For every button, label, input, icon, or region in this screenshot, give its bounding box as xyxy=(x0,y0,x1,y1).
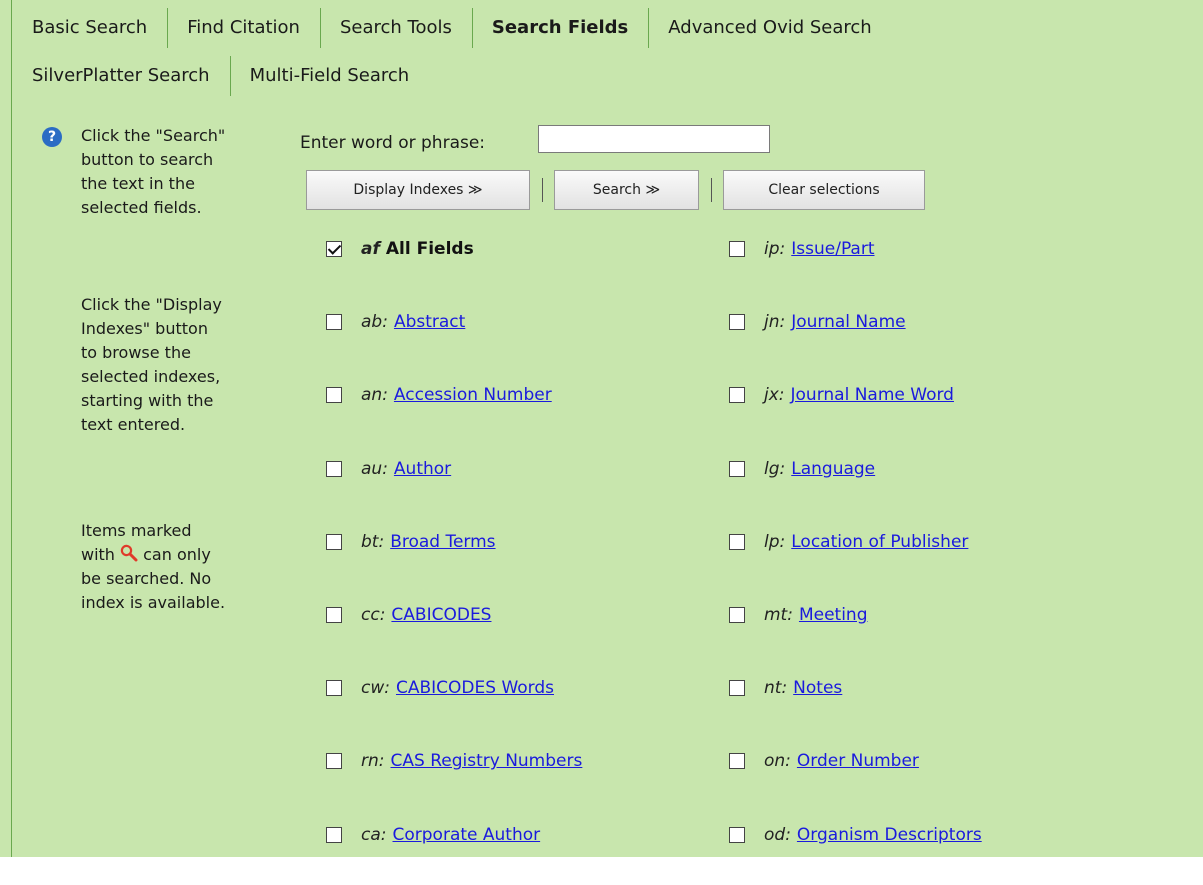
tab-find-citation[interactable]: Find Citation xyxy=(167,8,320,48)
field-row: af All Fields xyxy=(326,236,474,262)
field-name-link[interactable]: Location of Publisher xyxy=(791,532,968,552)
field-name-link[interactable]: Meeting xyxy=(799,605,868,625)
field-code: jx: xyxy=(764,385,785,406)
tab-search-fields[interactable]: Search Fields xyxy=(471,8,648,48)
field-row: jx: Journal Name Word xyxy=(729,382,954,408)
field-checkbox[interactable] xyxy=(729,460,745,477)
search-fields-panel: Basic Search Find Citation Search Tools … xyxy=(0,0,1203,857)
field-row: bt: Broad Terms xyxy=(326,529,496,555)
field-row: cc: CABICODES xyxy=(326,602,491,628)
field-name-link[interactable]: Accession Number xyxy=(394,385,552,405)
field-code: lp: xyxy=(764,531,786,552)
field-name-link[interactable]: CABICODES Words xyxy=(396,678,554,698)
question-icon[interactable]: ? xyxy=(42,127,62,147)
field-checkbox[interactable] xyxy=(729,533,745,550)
tab-row-2: SilverPlatter Search Multi-Field Search xyxy=(12,56,429,96)
field-checkbox[interactable] xyxy=(729,314,745,331)
field-row: lp: Location of Publisher xyxy=(729,529,968,555)
display-indexes-button[interactable]: Display Indexes ≫ xyxy=(306,170,530,210)
field-checkbox[interactable] xyxy=(326,607,342,623)
field-name-link[interactable]: Issue/Part xyxy=(791,239,874,259)
tab-row-1: Basic Search Find Citation Search Tools … xyxy=(12,8,892,48)
field-row: ca: Corporate Author xyxy=(326,822,540,848)
field-name: All Fields xyxy=(385,239,474,259)
field-code: ab: xyxy=(361,312,388,333)
field-name-link[interactable]: Order Number xyxy=(797,751,919,771)
field-checkbox[interactable] xyxy=(729,680,745,697)
field-checkbox[interactable] xyxy=(326,314,342,331)
field-row: an: Accession Number xyxy=(326,382,552,408)
tab-advanced-ovid-search[interactable]: Advanced Ovid Search xyxy=(648,8,891,48)
field-row: nt: Notes xyxy=(729,675,842,701)
word-phrase-input[interactable] xyxy=(538,125,770,153)
field-row: rn: CAS Registry Numbers xyxy=(326,748,582,774)
field-row: cw: CABICODES Words xyxy=(326,675,554,701)
field-name-link[interactable]: Corporate Author xyxy=(393,825,541,845)
tab-multi-field-search[interactable]: Multi-Field Search xyxy=(229,56,430,96)
field-row: mt: Meeting xyxy=(729,602,868,628)
field-name-link[interactable]: Author xyxy=(394,459,451,479)
field-code: an: xyxy=(361,385,388,406)
field-code: bt: xyxy=(361,531,385,552)
field-name-link[interactable]: Abstract xyxy=(394,312,465,332)
field-code: ca: xyxy=(361,824,387,845)
field-code: nt: xyxy=(764,678,788,699)
help-text-display-indexes: Click the "Display Indexes" button to br… xyxy=(81,295,222,434)
field-code: cc: xyxy=(361,605,386,625)
word-phrase-label: Enter word or phrase: xyxy=(300,133,486,153)
field-code: rn: xyxy=(361,751,385,772)
button-separator xyxy=(711,178,712,202)
field-row: au: Author xyxy=(326,456,451,482)
field-checkbox[interactable] xyxy=(729,387,745,404)
field-name-link[interactable]: Journal Name Word xyxy=(791,385,954,405)
field-checkbox[interactable] xyxy=(729,607,745,623)
field-code: mt: xyxy=(764,605,793,625)
field-checkbox[interactable] xyxy=(326,680,342,697)
field-row: ip: Issue/Part xyxy=(729,236,875,262)
tab-search-tools[interactable]: Search Tools xyxy=(319,8,472,48)
field-code: af xyxy=(361,239,380,259)
help-text-search-only: Items marked with can only be searched. … xyxy=(81,519,261,615)
field-code: on: xyxy=(764,751,791,772)
field-checkbox[interactable] xyxy=(729,241,745,257)
search-button[interactable]: Search ≫ xyxy=(554,170,699,210)
field-code: au: xyxy=(361,458,388,479)
field-code: ip: xyxy=(764,239,786,259)
field-row: on: Order Number xyxy=(729,748,919,774)
field-row: jn: Journal Name xyxy=(729,309,906,335)
magnifier-icon xyxy=(120,544,138,562)
field-code: lg: xyxy=(764,458,786,479)
field-checkbox[interactable] xyxy=(326,241,342,257)
field-row: ab: Abstract xyxy=(326,309,465,335)
field-name-link[interactable]: Journal Name xyxy=(791,312,905,332)
button-separator xyxy=(542,178,543,202)
field-code: jn: xyxy=(764,312,786,333)
field-checkbox[interactable] xyxy=(326,826,342,843)
field-row: od: Organism Descriptors xyxy=(729,822,982,848)
field-checkbox[interactable] xyxy=(729,753,745,770)
field-checkbox[interactable] xyxy=(326,753,342,770)
field-name-link[interactable]: CAS Registry Numbers xyxy=(391,751,583,771)
field-name-link[interactable]: Notes xyxy=(793,678,842,698)
field-name-link[interactable]: Broad Terms xyxy=(390,532,495,552)
field-code: od: xyxy=(764,824,791,845)
field-name-link[interactable]: CABICODES xyxy=(391,605,491,625)
clear-selections-button[interactable]: Clear selections xyxy=(723,170,925,210)
field-checkbox[interactable] xyxy=(729,826,745,843)
field-code: cw: xyxy=(361,678,390,699)
field-name-link[interactable]: Language xyxy=(791,459,875,479)
tab-basic-search[interactable]: Basic Search xyxy=(12,8,167,48)
field-checkbox[interactable] xyxy=(326,460,342,477)
field-name-link[interactable]: Organism Descriptors xyxy=(797,825,982,845)
panel-left-border xyxy=(11,0,12,857)
tab-silverplatter-search[interactable]: SilverPlatter Search xyxy=(12,56,230,96)
field-row: lg: Language xyxy=(729,456,875,482)
field-checkbox[interactable] xyxy=(326,533,342,550)
field-checkbox[interactable] xyxy=(326,387,342,404)
help-text-search: Click the "Search" button to search the … xyxy=(81,126,226,217)
